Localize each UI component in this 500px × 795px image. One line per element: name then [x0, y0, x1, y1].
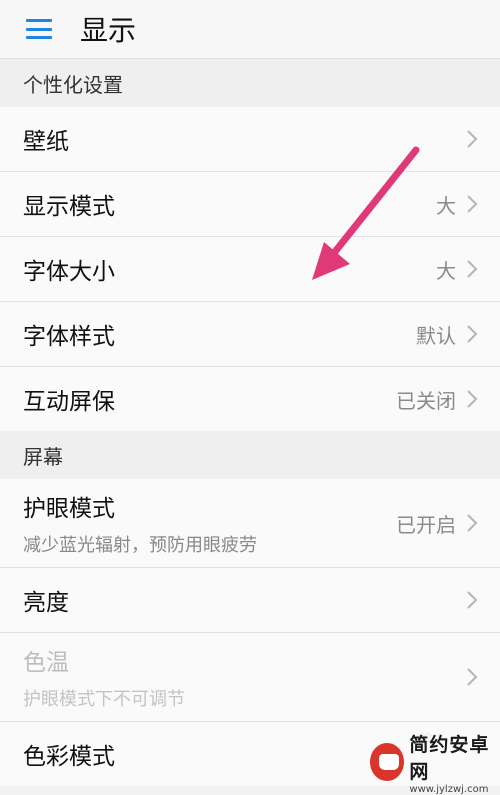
setting-font-size[interactable]: 字体大小 大 — [0, 237, 500, 302]
chevron-right-icon — [467, 514, 478, 532]
chevron-right-icon — [467, 130, 478, 148]
setting-description: 减少蓝光辐射，预防用眼疲劳 — [23, 535, 257, 556]
setting-eye-comfort[interactable]: 护眼模式 减少蓝光辐射，预防用眼疲劳 已开启 — [0, 479, 500, 568]
setting-brightness[interactable]: 亮度 — [0, 568, 500, 633]
setting-label: 字体大小 — [23, 259, 115, 285]
chevron-right-icon — [467, 390, 478, 408]
setting-label: 壁纸 — [23, 129, 69, 155]
setting-label: 护眼模式 — [23, 496, 115, 522]
setting-display-mode[interactable]: 显示模式 大 — [0, 172, 500, 237]
setting-value: 大 — [436, 193, 456, 218]
top-app-bar: 显示 — [0, 0, 500, 59]
setting-description: 护眼模式下不可调节 — [23, 689, 185, 710]
chevron-right-icon — [467, 325, 478, 343]
setting-value: 大 — [436, 258, 456, 283]
chevron-right-icon — [467, 668, 478, 686]
watermark-name: 简约安卓网 — [409, 733, 490, 783]
section-header-screen: 屏幕 — [0, 431, 500, 479]
setting-color-temperature: 色温 护眼模式下不可调节 — [0, 633, 500, 722]
menu-icon[interactable] — [26, 19, 52, 39]
setting-wallpaper[interactable]: 壁纸 — [0, 107, 500, 172]
page-title: 显示 — [80, 14, 137, 47]
setting-value: 已关闭 — [396, 388, 456, 413]
chevron-right-icon — [467, 591, 478, 609]
android-logo-icon — [370, 743, 405, 781]
watermark-url: www.jylzwj.com — [409, 783, 489, 795]
setting-value: 默认 — [416, 323, 456, 348]
setting-label: 字体样式 — [23, 324, 115, 350]
chevron-right-icon — [467, 195, 478, 213]
setting-label: 亮度 — [23, 590, 69, 616]
setting-interactive-screensaver[interactable]: 互动屏保 已关闭 — [0, 367, 500, 431]
section-header-personalization: 个性化设置 — [0, 59, 500, 107]
setting-label: 显示模式 — [23, 194, 115, 220]
personalization-group: 壁纸 显示模式 大 字体大小 大 字体样式 默认 互动屏保 已关闭 — [0, 107, 500, 431]
chevron-right-icon — [467, 260, 478, 278]
setting-label: 色温 — [23, 650, 69, 676]
watermark: 简约安卓网 www.jylzwj.com — [370, 734, 500, 795]
setting-value: 已开启 — [396, 512, 456, 537]
setting-label: 互动屏保 — [23, 389, 115, 415]
setting-font-style[interactable]: 字体样式 默认 — [0, 302, 500, 367]
